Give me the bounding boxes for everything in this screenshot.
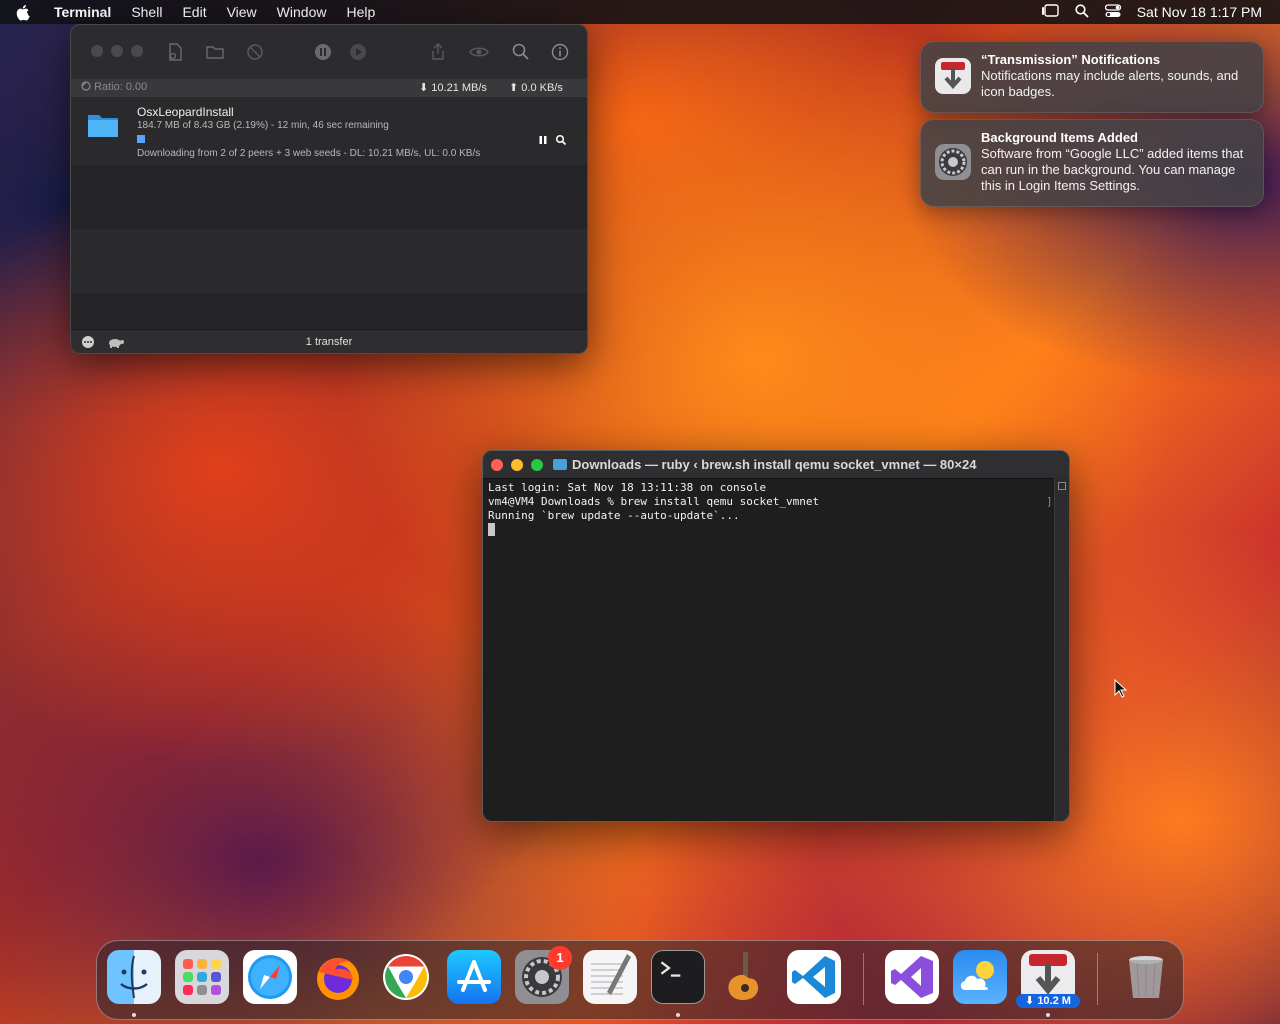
ratio-label: Ratio: 0.00 <box>81 81 147 93</box>
system-settings-gear-icon <box>933 142 973 182</box>
folder-icon <box>553 459 567 470</box>
menu-shell[interactable]: Shell <box>131 4 162 20</box>
transmission-badge-text: 10.2 M <box>1037 995 1071 1007</box>
split-pane-icon[interactable] <box>1058 482 1066 490</box>
empty-row <box>71 165 587 229</box>
menu-bar: Terminal Shell Edit View Window Help Sat… <box>0 0 1280 24</box>
menu-edit[interactable]: Edit <box>182 4 206 20</box>
transfer-count: 1 transfer <box>305 336 353 348</box>
menu-app-terminal[interactable]: Terminal <box>54 4 111 20</box>
upload-speed: ⬆ 0.0 KB/s <box>509 81 563 94</box>
running-indicator <box>676 1013 680 1017</box>
dock-visual-studio-icon[interactable] <box>885 950 939 1004</box>
transmission-window: Ratio: 0.00 ⬇ 10.21 MB/s ⬆ 0.0 KB/s OsxL… <box>70 24 588 354</box>
torrent-name: OsxLeopardInstall <box>137 105 234 119</box>
dock-separator <box>863 953 864 1005</box>
torrent-progress-fill <box>137 135 145 143</box>
spotlight-search-icon[interactable] <box>1075 3 1089 21</box>
terminal-title: Downloads — ruby ‹ brew.sh install qemu … <box>553 457 976 472</box>
quick-look-eye-icon[interactable] <box>468 41 490 63</box>
upload-arrow-icon: ⬆ <box>509 82 519 94</box>
running-indicator <box>132 1013 136 1017</box>
transmission-speed-badge: ⬇ 10.2 M <box>1016 994 1080 1008</box>
terminal-window: Downloads — ruby ‹ brew.sh install qemu … <box>482 450 1070 822</box>
transmission-app-icon <box>933 56 973 96</box>
download-speed: ⬇ 10.21 MB/s <box>419 81 487 94</box>
transmission-status-bar: 1 transfer <box>71 329 587 353</box>
terminal-title-bar[interactable]: Downloads — ruby ‹ brew.sh install qemu … <box>483 451 1069 479</box>
dock-terminal-icon[interactable] <box>651 950 705 1004</box>
terminal-line: Last login: Sat Nov 18 13:11:38 on conso… <box>488 481 767 494</box>
dock-trash-icon[interactable] <box>1119 950 1173 1004</box>
dock-vscode-icon[interactable] <box>787 950 841 1004</box>
dock-launchpad-icon[interactable] <box>175 950 229 1004</box>
window-minimize-button[interactable] <box>111 45 123 57</box>
menu-window[interactable]: Window <box>277 4 327 20</box>
torrent-peers-info: Downloading from 2 of 2 peers + 3 web se… <box>137 148 481 159</box>
folder-icon <box>87 111 119 139</box>
dock <box>96 940 1184 1020</box>
notification-title: “Transmission” Notifications <box>981 52 1161 67</box>
dock-safari-icon[interactable] <box>243 950 297 1004</box>
resume-all-icon[interactable] <box>347 41 369 63</box>
dock-weather-icon[interactable] <box>953 950 1007 1004</box>
terminal-scrollbar[interactable] <box>1054 478 1069 821</box>
torrent-reveal-search-icon[interactable] <box>555 133 567 146</box>
dock-chrome-icon[interactable] <box>379 950 433 1004</box>
scroll-mark: ] <box>1046 495 1053 508</box>
dock-garageband-icon[interactable] <box>719 950 773 1004</box>
transmission-toolbar <box>71 25 587 79</box>
open-folder-icon[interactable] <box>204 41 226 63</box>
zoom-button[interactable] <box>531 459 543 471</box>
transmission-stats-bar: Ratio: 0.00 ⬇ 10.21 MB/s ⬆ 0.0 KB/s <box>71 79 587 97</box>
share-icon[interactable] <box>427 41 449 63</box>
notification-body: Notifications may include alerts, sounds… <box>981 68 1239 99</box>
empty-row <box>71 229 587 293</box>
ratio-value: Ratio: 0.00 <box>94 81 148 93</box>
torrent-pause-icon[interactable] <box>537 133 549 145</box>
control-center-icon[interactable] <box>1104 3 1121 21</box>
apple-menu-icon[interactable] <box>16 1 38 23</box>
notification-title: Background Items Added <box>981 130 1138 145</box>
menu-help[interactable]: Help <box>346 4 375 20</box>
dock-app-store-icon[interactable] <box>447 950 501 1004</box>
minimize-button[interactable] <box>511 459 523 471</box>
close-button[interactable] <box>491 459 503 471</box>
mouse-pointer-icon <box>1114 678 1128 699</box>
window-zoom-button[interactable] <box>131 45 143 57</box>
download-arrow-icon: ⬇ <box>419 82 429 94</box>
menu-view[interactable]: View <box>227 4 257 20</box>
text-cursor <box>488 523 495 536</box>
dock-firefox-icon[interactable] <box>311 950 365 1004</box>
torrent-size-info: 184.7 MB of 8.43 GB (2.19%) - 12 min, 46… <box>137 120 389 131</box>
torrent-row[interactable]: OsxLeopardInstall 184.7 MB of 8.43 GB (2… <box>71 97 587 165</box>
notification-background-items[interactable]: Background Items Added Software from “Go… <box>920 119 1264 207</box>
terminal-line: vm4@VM4 Downloads % brew install qemu so… <box>488 495 820 508</box>
terminal-line: Running `brew update --auto-update`... <box>488 509 740 522</box>
dock-separator <box>1097 953 1098 1005</box>
pause-all-icon[interactable] <box>312 41 334 63</box>
download-arrow-icon: ⬇ <box>1025 995 1035 1007</box>
dock-textedit-icon[interactable] <box>583 950 637 1004</box>
filter-search-icon[interactable] <box>510 41 532 63</box>
menu-clock[interactable]: Sat Nov 18 1:17 PM <box>1137 4 1262 20</box>
notification-transmission[interactable]: “Transmission” Notifications Notificatio… <box>920 41 1264 113</box>
terminal-title-text: Downloads — ruby ‹ brew.sh install qemu … <box>572 457 977 472</box>
dock-finder-icon[interactable] <box>107 950 161 1004</box>
ratio-icon <box>81 81 91 91</box>
remove-torrent-icon[interactable] <box>244 41 266 63</box>
download-speed-value: 10.21 MB/s <box>431 82 487 94</box>
notification-body: Software from “Google LLC” added items t… <box>981 146 1244 193</box>
running-indicator <box>1046 1013 1050 1017</box>
info-icon[interactable] <box>549 41 571 63</box>
empty-row <box>71 293 587 329</box>
upload-speed-value: 0.0 KB/s <box>521 82 563 94</box>
torrent-progress-bar <box>137 135 517 143</box>
system-settings-badge: 1 <box>548 946 572 970</box>
open-torrent-file-icon[interactable] <box>164 41 186 63</box>
window-close-button[interactable] <box>91 45 103 57</box>
stage-manager-icon[interactable] <box>1041 3 1059 21</box>
terminal-output[interactable]: Last login: Sat Nov 18 13:11:38 on conso… <box>488 481 1048 817</box>
